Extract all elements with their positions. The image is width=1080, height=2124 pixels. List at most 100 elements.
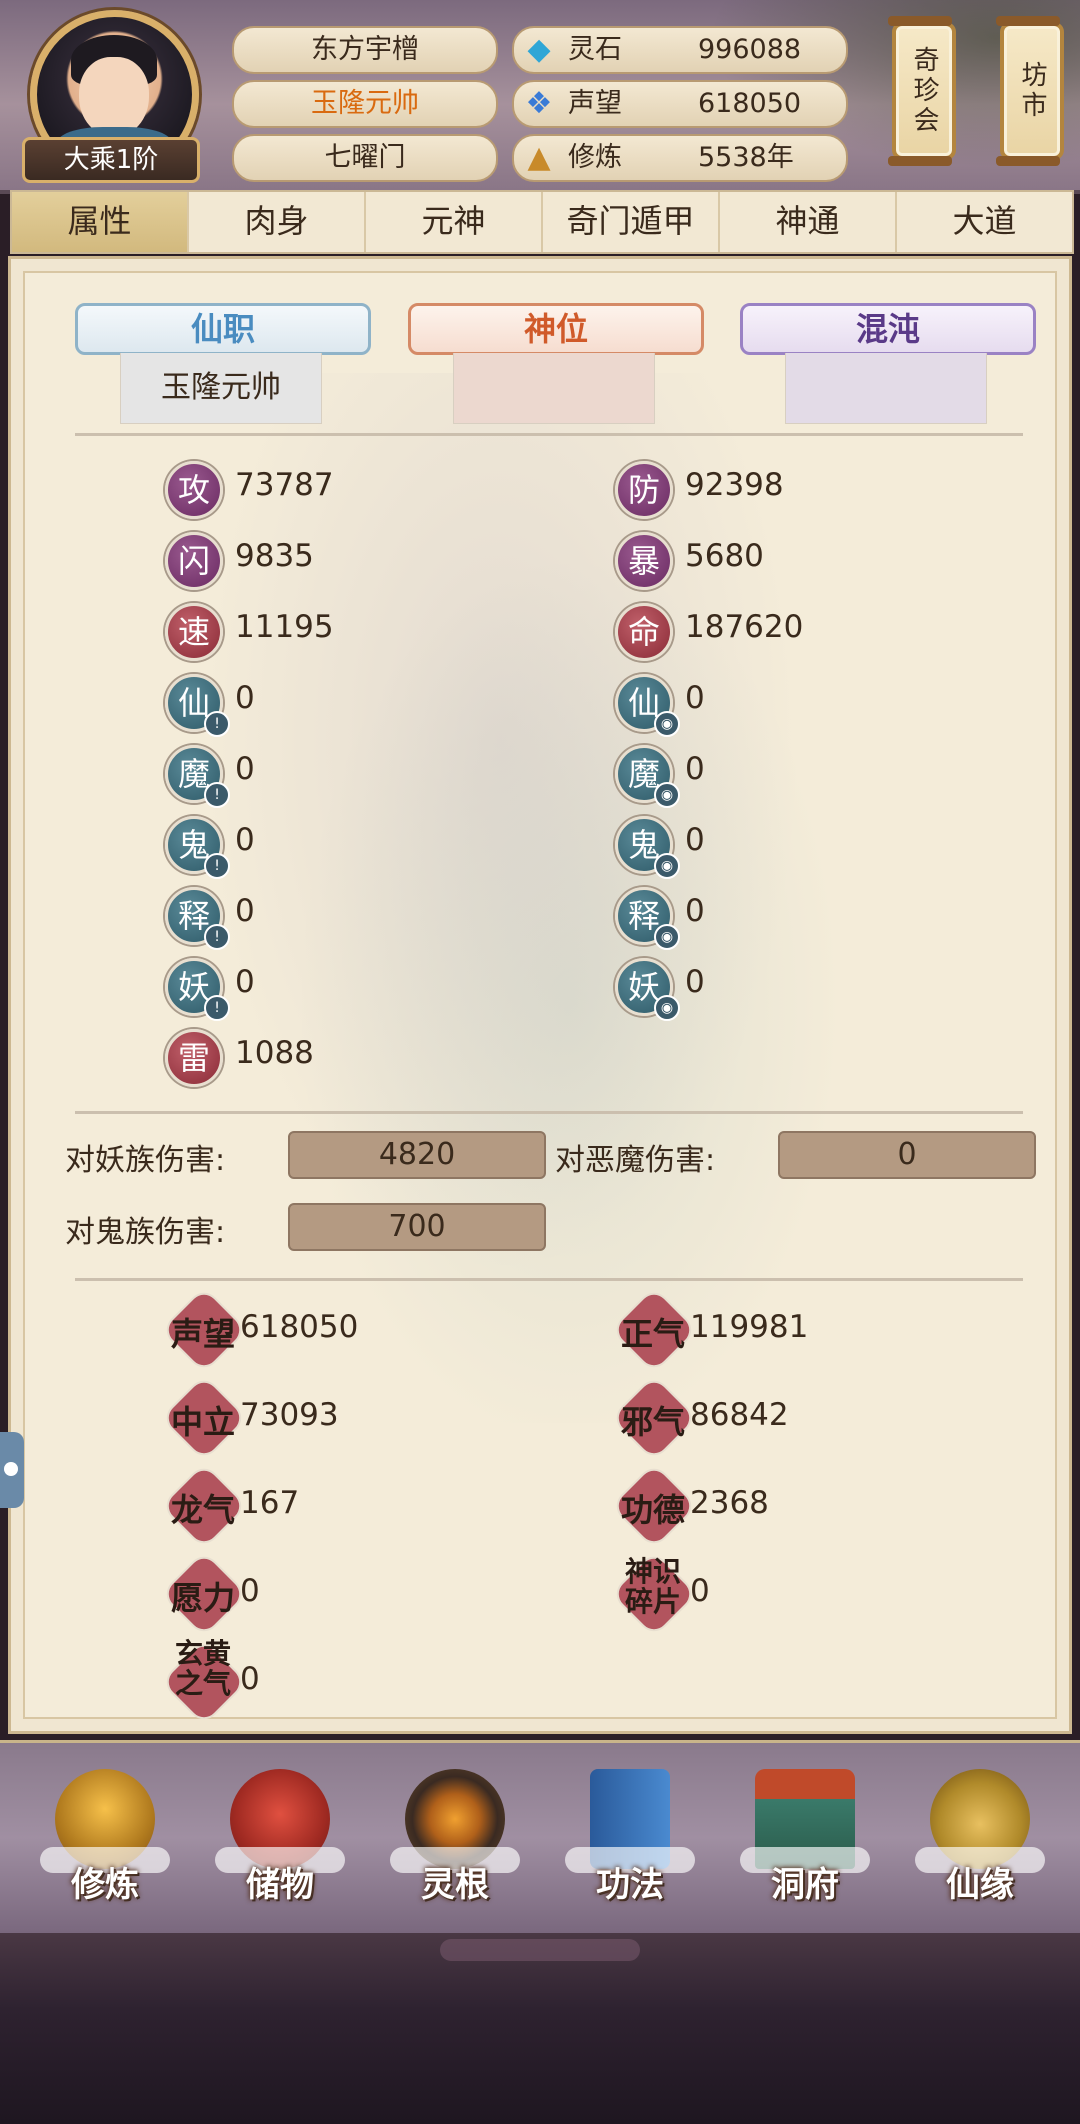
nav-chuwu[interactable]: 储物 [205,1763,355,1928]
resource-lingshi: ◆ 灵石 996088 [512,26,848,74]
shield-icon: ◉ [654,711,680,737]
nav-label: 灵根 [421,1865,489,1905]
stat-icon-yao-def: 妖 ◉ [615,958,680,1021]
tab-dadao[interactable]: 大道 [897,192,1072,252]
stat-icon-lei: 雷 [165,1029,223,1087]
nav-xiulian[interactable]: 修炼 [30,1763,180,1928]
rep-value-yuanli: 0 [240,1573,260,1609]
side-drawer-tab[interactable] [0,1432,24,1508]
player-name: 东方宇橧 [232,26,498,74]
stat-value-xian-def: 0 [685,680,705,716]
tab-shuxing[interactable]: 属性 [12,192,189,252]
cultivation-icon: ▲ [527,140,551,175]
nav-gongfa[interactable]: 功法 [555,1763,705,1928]
resource-shengwang: ❖ 声望 618050 [512,80,848,128]
shield-icon: ◉ [654,782,680,808]
rep-value-longqi: 167 [240,1485,300,1521]
fangshi-button[interactable]: 坊市 [996,16,1064,166]
nav-label: 洞府 [771,1865,839,1905]
qizhenhui-button[interactable]: 奇珍会 [888,16,956,166]
stat-icon-shi-atk: 释! [165,887,230,950]
drawer-dot-icon [4,1462,18,1476]
character-illustration [185,373,885,1423]
nav-label: 仙缘 [946,1865,1014,1905]
nav-linggen[interactable]: 灵根 [380,1763,530,1928]
attribute-tabs: 属性 肉身 元神 奇门遁甲 神通 大道 [10,190,1074,254]
stat-icon-gong: 攻 [165,461,223,519]
rep-value-gongde: 2368 [690,1485,769,1521]
divider [75,1111,1023,1114]
tab-yuanshen[interactable]: 元神 [366,192,543,252]
resource-label: 修炼 [568,142,622,173]
stat-value-yao-atk: 0 [235,964,255,1000]
stat-icon-xian-atk: 仙! [165,674,230,737]
stat-value-yao-def: 0 [685,964,705,1000]
hundun-header: 混沌 [740,303,1036,355]
top-status-bar: 大乘1阶 东方宇橧 玉隆元帅 七曜门 ◆ 灵石 996088 ❖ 声望 6180… [0,0,1080,194]
resource-value: 996088 [698,34,802,65]
reputation-icon: ❖ [525,86,553,121]
ornament-decoration [440,1939,640,1961]
shield-icon: ◉ [654,924,680,950]
damage-label-gui: 对鬼族伤害: [65,1215,226,1250]
gem-icon: ◆ [527,32,551,67]
tab-qimendunjia[interactable]: 奇门遁甲 [543,192,720,252]
divider [75,433,1023,436]
stat-value-shi-atk: 0 [235,893,255,929]
shenwei-value [453,353,655,424]
damage-value-emo: 0 [778,1131,1036,1179]
rep-value-shengwang: 618050 [240,1309,359,1345]
attack-mark-icon: ! [204,924,230,950]
stat-icon-bao: 暴 [615,532,673,590]
shield-icon: ◉ [654,995,680,1021]
rep-value-xuanhuang: 0 [240,1661,260,1697]
stat-icon-mo-def: 魔 ◉ [615,745,680,808]
stat-value-mo-atk: 0 [235,751,255,787]
rep-label-shenshi: 神识碎片 [624,1555,681,1618]
rep-label-shengwang: 声望 [170,1315,235,1353]
stat-value-mo-def: 0 [685,751,705,787]
nav-xianyuan[interactable]: 仙缘 [905,1763,1055,1928]
rep-label-zhongli: 中立 [170,1403,235,1441]
panel-inner: 仙职 玉隆元帅 神位 混沌 攻 73787 闪 9835 速 11195 仙! … [23,271,1057,1724]
damage-value-yao: 4820 [288,1131,546,1179]
tab-roushen[interactable]: 肉身 [189,192,366,252]
shield-icon: ◉ [654,853,680,879]
stat-value-gui-atk: 0 [235,822,255,858]
bottom-backdrop [0,1933,1080,2124]
stat-icon-mo-atk: 魔! [165,745,230,808]
rep-value-xieqi: 86842 [690,1397,789,1433]
stat-value-lei: 1088 [235,1035,314,1071]
stat-icon-xian-def: 仙 ◉ [615,674,680,737]
resource-value: 618050 [698,88,802,119]
stat-value-bao: 5680 [685,538,764,574]
xianzhi-value: 玉隆元帅 [120,353,322,424]
stat-value-su: 11195 [235,609,334,645]
rep-label-gongde: 功德 [620,1491,685,1529]
rank-badge: 大乘1阶 [22,137,200,183]
tab-shentong[interactable]: 神通 [720,192,897,252]
stat-icon-ming: 命 [615,603,673,661]
rep-label-xieqi: 邪气 [620,1403,685,1441]
rep-label-yuanli: 愿力 [170,1579,235,1617]
stat-icon-su: 速 [165,603,223,661]
xianzhi-header: 仙职 [75,303,371,355]
nav-label: 功法 [596,1865,664,1905]
stat-icon-gui-atk: 鬼! [165,816,230,879]
nav-dongfu[interactable]: 洞府 [730,1763,880,1928]
stat-icon-gui-def: 鬼 ◉ [615,816,680,879]
resource-label: 灵石 [568,34,622,65]
stat-icon-yao-atk: 妖! [165,958,230,1021]
rep-label-longqi: 龙气 [170,1491,235,1529]
player-title: 玉隆元帅 [232,80,498,128]
rep-value-shenshi: 0 [690,1573,710,1609]
stat-value-shan: 9835 [235,538,314,574]
shenwei-header: 神位 [408,303,704,355]
rep-value-zhongli: 73093 [240,1397,339,1433]
player-sect: 七曜门 [232,134,498,182]
resource-value: 5538年 [698,142,794,173]
rep-value-zhengqi: 119981 [690,1309,809,1345]
divider [75,1278,1023,1281]
stat-value-fang: 92398 [685,467,784,503]
nav-label: 储物 [246,1865,314,1905]
